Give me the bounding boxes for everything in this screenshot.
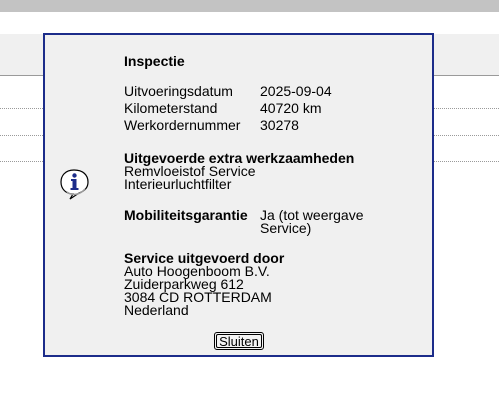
dialog-title: Inspectie [124,53,185,69]
field-value-date: 2025-09-04 [260,83,332,99]
inspection-dialog: Inspectie Uitvoeringsdatum 2025-09-04 Ki… [43,33,434,357]
field-value-workorder: 30278 [260,117,299,133]
extra-work-list: Remvloeistof Service Interieurluchtfilte… [124,164,256,192]
field-value-mileage: 40720 km [260,100,322,116]
service-address: Auto Hoogenboom B.V. Zuiderparkweg 612 3… [124,264,272,318]
field-label-mileage: Kilometerstand [124,100,218,116]
extra-work-item: Interieurluchtfilter [124,176,232,192]
field-label-workorder: Werkordernummer [124,117,241,133]
mobility-value-line: Service) [260,220,312,236]
top-bar [0,0,499,12]
mobility-label: Mobiliteitsgarantie [124,207,248,223]
info-icon [58,167,92,201]
mobility-value: Ja (tot weergave Service) [260,208,364,236]
field-label-date: Uitvoeringsdatum [124,83,233,99]
address-line: Nederland [124,302,189,318]
close-button[interactable]: Sluiten [214,332,264,350]
